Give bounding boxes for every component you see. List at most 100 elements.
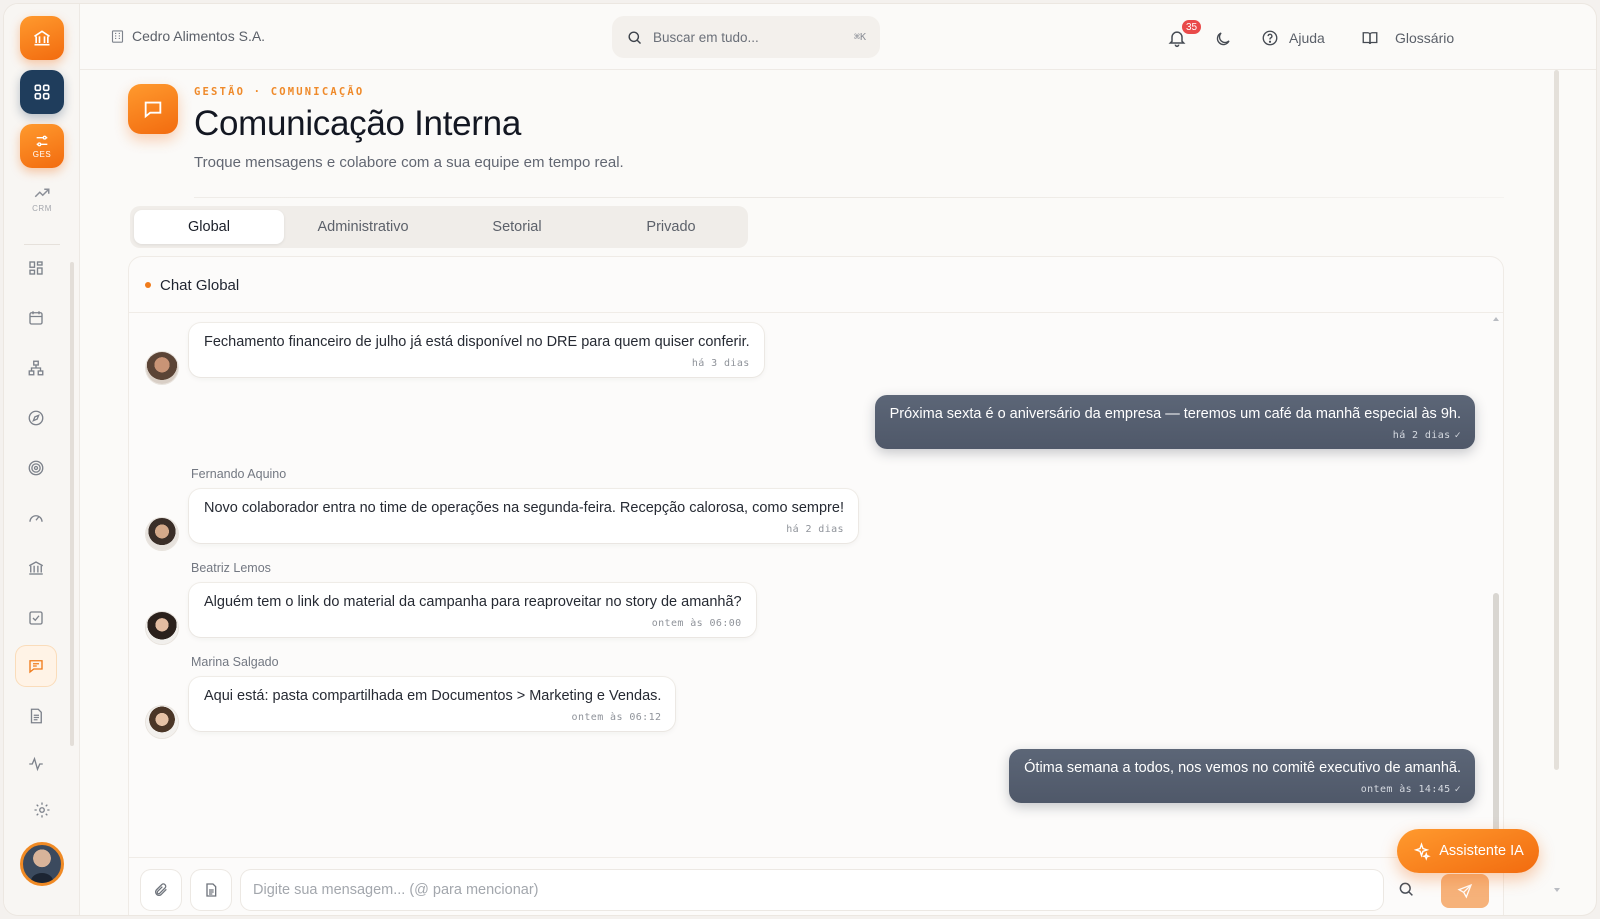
search-shortcut: ⌘K xyxy=(853,31,866,43)
message-input[interactable] xyxy=(253,882,1371,898)
compass-nav[interactable] xyxy=(16,398,56,438)
global-search[interactable]: Buscar em tudo... ⌘K xyxy=(612,16,880,58)
ges-module-button[interactable]: GES xyxy=(20,124,64,168)
notification-count-badge: 35 xyxy=(1180,18,1204,36)
page-scrollbar[interactable] xyxy=(1554,70,1559,770)
rail-divider xyxy=(24,244,60,245)
search-icon xyxy=(1399,882,1413,896)
activity-icon xyxy=(29,756,43,772)
chat-scrollbar[interactable] xyxy=(1493,317,1499,877)
online-dot xyxy=(145,282,151,288)
sender-name: Marina Salgado xyxy=(191,655,279,669)
help-circle-icon xyxy=(1262,30,1278,46)
glossary-label: Glossário xyxy=(1395,30,1455,46)
message-square-icon xyxy=(144,101,162,119)
message-bubble: Fechamento financeiro de julho já está d… xyxy=(189,323,764,377)
org-chart-nav[interactable] xyxy=(16,348,56,388)
message-input-wrapper xyxy=(241,870,1383,910)
grid-icon xyxy=(34,84,50,100)
message-time: ontem às 06:00 xyxy=(651,618,742,629)
message-bubble: Novo colaborador entra no time de operaç… xyxy=(189,489,858,543)
checklist-nav[interactable] xyxy=(16,598,56,638)
search-icon xyxy=(628,30,642,44)
search-messages-button[interactable] xyxy=(1397,880,1417,900)
calendar-icon xyxy=(29,311,43,325)
chat-nav[interactable] xyxy=(16,646,56,686)
bank-nav[interactable] xyxy=(16,548,56,588)
rail-scrollbar[interactable] xyxy=(70,262,74,746)
tab-setorial[interactable]: Setorial xyxy=(442,210,592,244)
bank-logo-icon xyxy=(34,30,50,46)
documents-nav[interactable] xyxy=(16,696,56,736)
sender-avatar[interactable] xyxy=(146,706,178,738)
gauge-nav[interactable] xyxy=(16,498,56,538)
page-title: Comunicação Interna xyxy=(194,104,521,143)
help-button[interactable]: Ajuda xyxy=(1261,29,1325,47)
send-icon xyxy=(1457,883,1473,899)
message-composer xyxy=(129,857,1503,915)
user-avatar[interactable] xyxy=(20,842,64,886)
sparkles-icon xyxy=(1413,841,1431,861)
breadcrumb: GESTÃO · COMUNICAÇÃO xyxy=(194,86,365,98)
company-selector[interactable]: Cedro Alimentos S.A. xyxy=(110,28,265,44)
modules-grid-button[interactable] xyxy=(20,70,64,114)
ai-assistant-button[interactable]: Assistente IA xyxy=(1397,829,1539,873)
message-time: ontem às 06:12 xyxy=(571,712,662,723)
activity-nav[interactable] xyxy=(16,744,56,784)
chat-panel: Chat Global Fechamento financeiro de jul… xyxy=(128,256,1504,915)
sender-name: Beatriz Lemos xyxy=(191,561,271,575)
target-nav[interactable] xyxy=(16,448,56,488)
read-check-icon: ✓ xyxy=(1454,784,1461,795)
sender-avatar[interactable] xyxy=(146,612,178,644)
tab-administrativo[interactable]: Administrativo xyxy=(288,210,438,244)
dashboard-nav[interactable] xyxy=(16,248,56,288)
send-button[interactable] xyxy=(1441,874,1489,908)
sender-avatar[interactable] xyxy=(146,352,178,384)
scroll-thumb[interactable] xyxy=(1493,593,1499,863)
chat-icon xyxy=(29,660,43,674)
theme-toggle[interactable] xyxy=(1214,30,1234,50)
document-icon xyxy=(30,708,42,724)
message-bubble: Aqui está: pasta compartilhada em Docume… xyxy=(189,677,676,731)
message-time-text: há 2 dias xyxy=(1392,430,1451,441)
message-text: Novo colaborador entra no time de operaç… xyxy=(204,500,844,516)
own-message-bubble: Ótima semana a todos, nos vemos no comit… xyxy=(1009,749,1475,803)
building-icon xyxy=(111,29,124,43)
ges-label: GES xyxy=(32,150,52,159)
gear-icon xyxy=(34,802,50,818)
home-logo-button[interactable] xyxy=(20,16,64,60)
chat-header: Chat Global xyxy=(129,257,1503,313)
page-subtitle: Troque mensagens e colabore com a sua eq… xyxy=(194,154,624,171)
header-divider xyxy=(194,197,1504,198)
checklist-icon xyxy=(29,611,43,625)
paperclip-icon xyxy=(155,883,167,896)
attach-document-button[interactable] xyxy=(191,870,231,910)
crm-module-button[interactable]: CRM xyxy=(20,184,64,224)
glossary-button[interactable]: Glossário xyxy=(1361,29,1454,47)
message-text: Fechamento financeiro de julho já está d… xyxy=(204,334,750,350)
trend-up-icon xyxy=(34,188,50,198)
message-text: Aqui está: pasta compartilhada em Docume… xyxy=(204,688,662,704)
own-message-bubble: Próxima sexta é o aniversário da empresa… xyxy=(874,395,1475,449)
sender-avatar[interactable] xyxy=(146,518,178,550)
crm-label: CRM xyxy=(32,204,52,213)
tab-privado[interactable]: Privado xyxy=(596,210,746,244)
tab-global[interactable]: Global xyxy=(134,210,284,244)
chat-title: Chat Global xyxy=(160,277,240,294)
app-window: GES CRM Cedro Alimentos S.A. Buscar em t… xyxy=(4,4,1596,915)
sliders-icon xyxy=(36,135,48,147)
channel-tabs: Global Administrativo Setorial Privado xyxy=(130,206,748,248)
scroll-down-arrow-icon[interactable] xyxy=(1554,888,1560,892)
settings-button[interactable] xyxy=(22,790,62,830)
message-time: há 2 dias xyxy=(786,524,844,535)
file-text-icon xyxy=(206,883,217,897)
scroll-up-arrow-icon[interactable] xyxy=(1493,317,1499,321)
help-label: Ajuda xyxy=(1289,30,1325,46)
calendar-nav[interactable] xyxy=(16,298,56,338)
attach-button[interactable] xyxy=(141,870,181,910)
dashboard-icon xyxy=(29,261,43,275)
message-time: há 3 dias xyxy=(691,358,750,369)
bank-icon xyxy=(28,561,44,575)
message-text: Alguém tem o link do material da campanh… xyxy=(204,594,742,610)
sender-name: Fernando Aquino xyxy=(191,467,287,481)
